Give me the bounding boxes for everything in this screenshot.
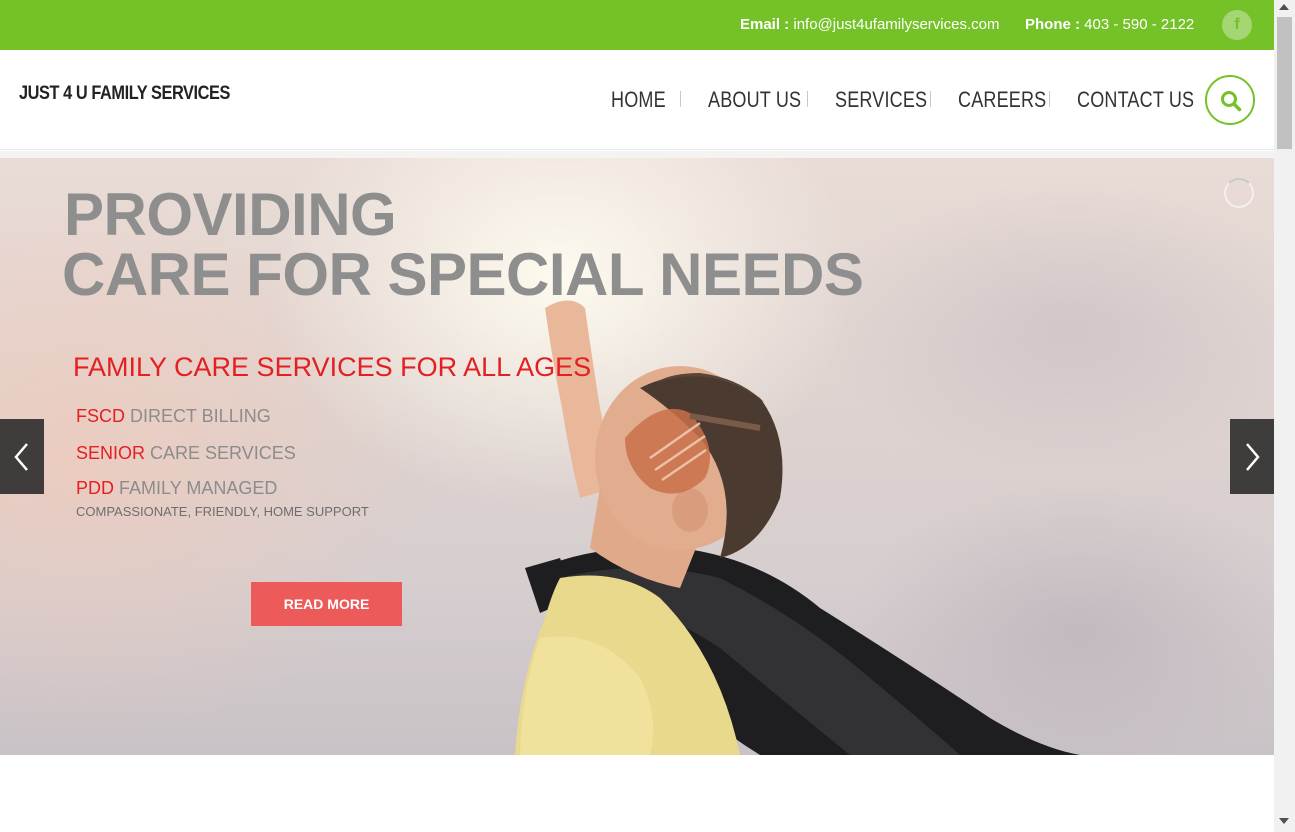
hero-slider: PROVIDING CARE FOR SPECIAL NEEDS FAMILY … (0, 158, 1274, 755)
chevron-left-icon (14, 443, 28, 471)
hero-title-line1: PROVIDING (64, 181, 397, 248)
hero-title-line2: CARE FOR SPECIAL NEEDS (62, 241, 864, 308)
feature-text: CARE SERVICES (145, 443, 296, 463)
page-scrollbar[interactable] (1274, 0, 1295, 832)
nav-divider (1049, 91, 1050, 107)
nav-divider (807, 91, 808, 107)
feature-text: DIRECT BILLING (125, 406, 271, 426)
feature-senior: SENIOR CARE SERVICES (76, 443, 296, 464)
nav-item-about-us[interactable]: ABOUT US (708, 87, 801, 113)
nav-item-careers[interactable]: CAREERS (958, 87, 1046, 113)
contact-email[interactable]: Email : info@just4ufamilyservices.com (740, 16, 1000, 33)
slider-loader-icon (1224, 178, 1254, 208)
feature-fscd: FSCD DIRECT BILLING (76, 406, 271, 427)
chevron-right-icon (1246, 443, 1260, 471)
feature-highlight: SENIOR (76, 443, 146, 463)
feature-text: FAMILY MANAGED (114, 478, 278, 498)
main-nav: HOME ABOUT US SERVICES CAREERS CONTACT U… (0, 50, 1274, 150)
scroll-up-arrow-icon[interactable] (1279, 4, 1289, 10)
feature-highlight: PDD (76, 478, 115, 498)
scroll-down-arrow-icon[interactable] (1279, 818, 1289, 824)
nav-divider (930, 91, 931, 107)
nav-divider (680, 91, 681, 107)
scrollbar-thumb[interactable] (1277, 17, 1292, 149)
slider-prev-button[interactable] (0, 419, 44, 494)
header-divider (0, 151, 1274, 158)
slider-next-button[interactable] (1230, 419, 1274, 494)
search-button[interactable] (1205, 75, 1255, 125)
hero-subtitle: FAMILY CARE SERVICES FOR ALL AGES (73, 352, 592, 382)
nav-item-contact-us[interactable]: CONTACT US (1077, 87, 1194, 113)
top-contact-bar: Email : info@just4ufamilyservices.com Ph… (0, 0, 1274, 50)
feature-pdd: PDD FAMILY MANAGED (76, 478, 277, 499)
nav-item-services[interactable]: SERVICES (835, 87, 927, 113)
facebook-icon[interactable]: f (1222, 10, 1252, 40)
feature-highlight: FSCD (76, 406, 125, 426)
phone-label: Phone : (1025, 16, 1080, 33)
hero-tagline: COMPASSIONATE, FRIENDLY, HOME SUPPORT (76, 504, 369, 519)
search-icon (1221, 91, 1242, 112)
contact-phone: Phone : 403 - 590 - 2122 (1025, 16, 1194, 33)
phone-value: 403 - 590 - 2122 (1084, 16, 1195, 33)
nav-item-home[interactable]: HOME (611, 87, 666, 113)
site-header: JUST 4 U FAMILY SERVICES HOME ABOUT US S… (0, 50, 1274, 150)
email-label: Email : (740, 16, 790, 33)
email-value[interactable]: info@just4ufamilyservices.com (793, 16, 999, 33)
read-more-button[interactable]: READ MORE (251, 582, 402, 626)
